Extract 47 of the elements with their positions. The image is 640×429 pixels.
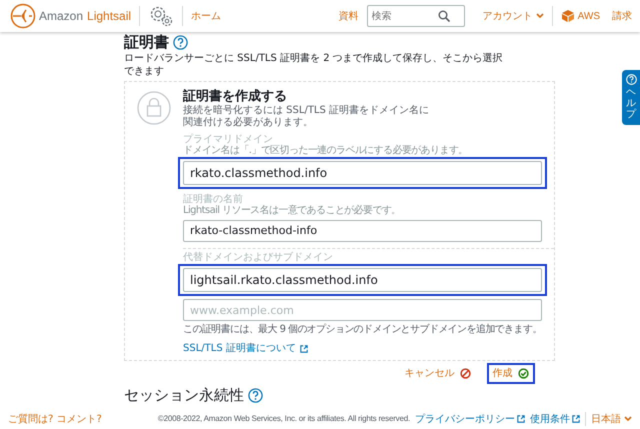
cancel-button[interactable]: キャンセル [398, 363, 477, 384]
field-label: 代替ドメインおよびサブドメイン [183, 252, 334, 262]
external-link-icon [572, 414, 580, 422]
caret-icon [536, 13, 544, 19]
footer-link[interactable]: プライバシーポリシー [415, 412, 525, 426]
feedback-link[interactable]: ご質問は? コメント? [8, 412, 102, 426]
external-link-icon [300, 345, 308, 353]
account-menu[interactable]: アカウント [482, 9, 533, 23]
docs-link[interactable]: 資料 [338, 9, 359, 23]
field-note: この証明書には、最大 9 個のオプションのドメインとサブドメインを追加できます。 [183, 324, 542, 336]
copyright-text: ©2008-2022, Amazon Web Services, Inc. or its affiliates. All rights reserved. [158, 414, 410, 423]
help-icon[interactable] [248, 388, 263, 402]
search-icon[interactable] [438, 10, 450, 22]
domain-field[interactable]: lightsail.rkato.classmethod.info [183, 268, 542, 292]
card-title: 証明書を作成する [183, 89, 288, 104]
footer-link[interactable]: 使用条件 [530, 412, 580, 426]
section-title: 証明書 [124, 33, 169, 51]
section-description: ロードバランサーごとに SSL/TLS 証明書を 2 つまで作成して保存し、そこから選択できます [124, 52, 504, 78]
caret-icon [624, 416, 632, 422]
billing-link[interactable]: 請求 [612, 9, 632, 23]
external-link-icon [517, 414, 525, 422]
section-title: セッション永続性 [124, 386, 244, 404]
gear-icon[interactable] [148, 4, 174, 28]
logo-icon[interactable] [10, 3, 36, 29]
domain-field[interactable]: rkato.classmethod.info [183, 161, 542, 185]
lock-icon [137, 91, 171, 125]
help-icon[interactable] [173, 34, 188, 50]
aws-link[interactable]: AWS [578, 10, 600, 22]
docs-link[interactable]: SSL/TLS 証明書について [183, 343, 308, 355]
check-icon [518, 368, 529, 379]
field-hint: Lightsail リソース名は一意であることが必要です。 [183, 205, 402, 216]
domain-field[interactable]: rkato-classmethod-info [183, 220, 542, 242]
search-field[interactable]: 検索 [366, 5, 465, 27]
help-icon [626, 74, 636, 85]
help-tab-label: ヘルプ [626, 87, 636, 120]
language-menu[interactable]: 日本語 [591, 412, 621, 426]
home-link[interactable]: ホーム [191, 9, 222, 23]
domain-field[interactable]: www.example.com [183, 299, 542, 321]
field-label: 証明書の名前 [183, 194, 244, 205]
cube-icon [560, 9, 575, 23]
brand-name[interactable]: Amazon Lightsail [39, 9, 132, 23]
field-hint: ドメイン名は「.」で区切った一連のラベルにする必要があります。 [183, 145, 469, 156]
help-tab[interactable]: ヘルプ [622, 70, 640, 125]
field-label: プライマリドメイン [183, 134, 274, 145]
card-description: 接続を暗号化するには SSL/TLS 証明書をドメイン名に関連付ける必要があります。 [183, 105, 430, 129]
create-button[interactable]: 作成 [486, 363, 535, 384]
prohibited-icon [460, 368, 471, 379]
